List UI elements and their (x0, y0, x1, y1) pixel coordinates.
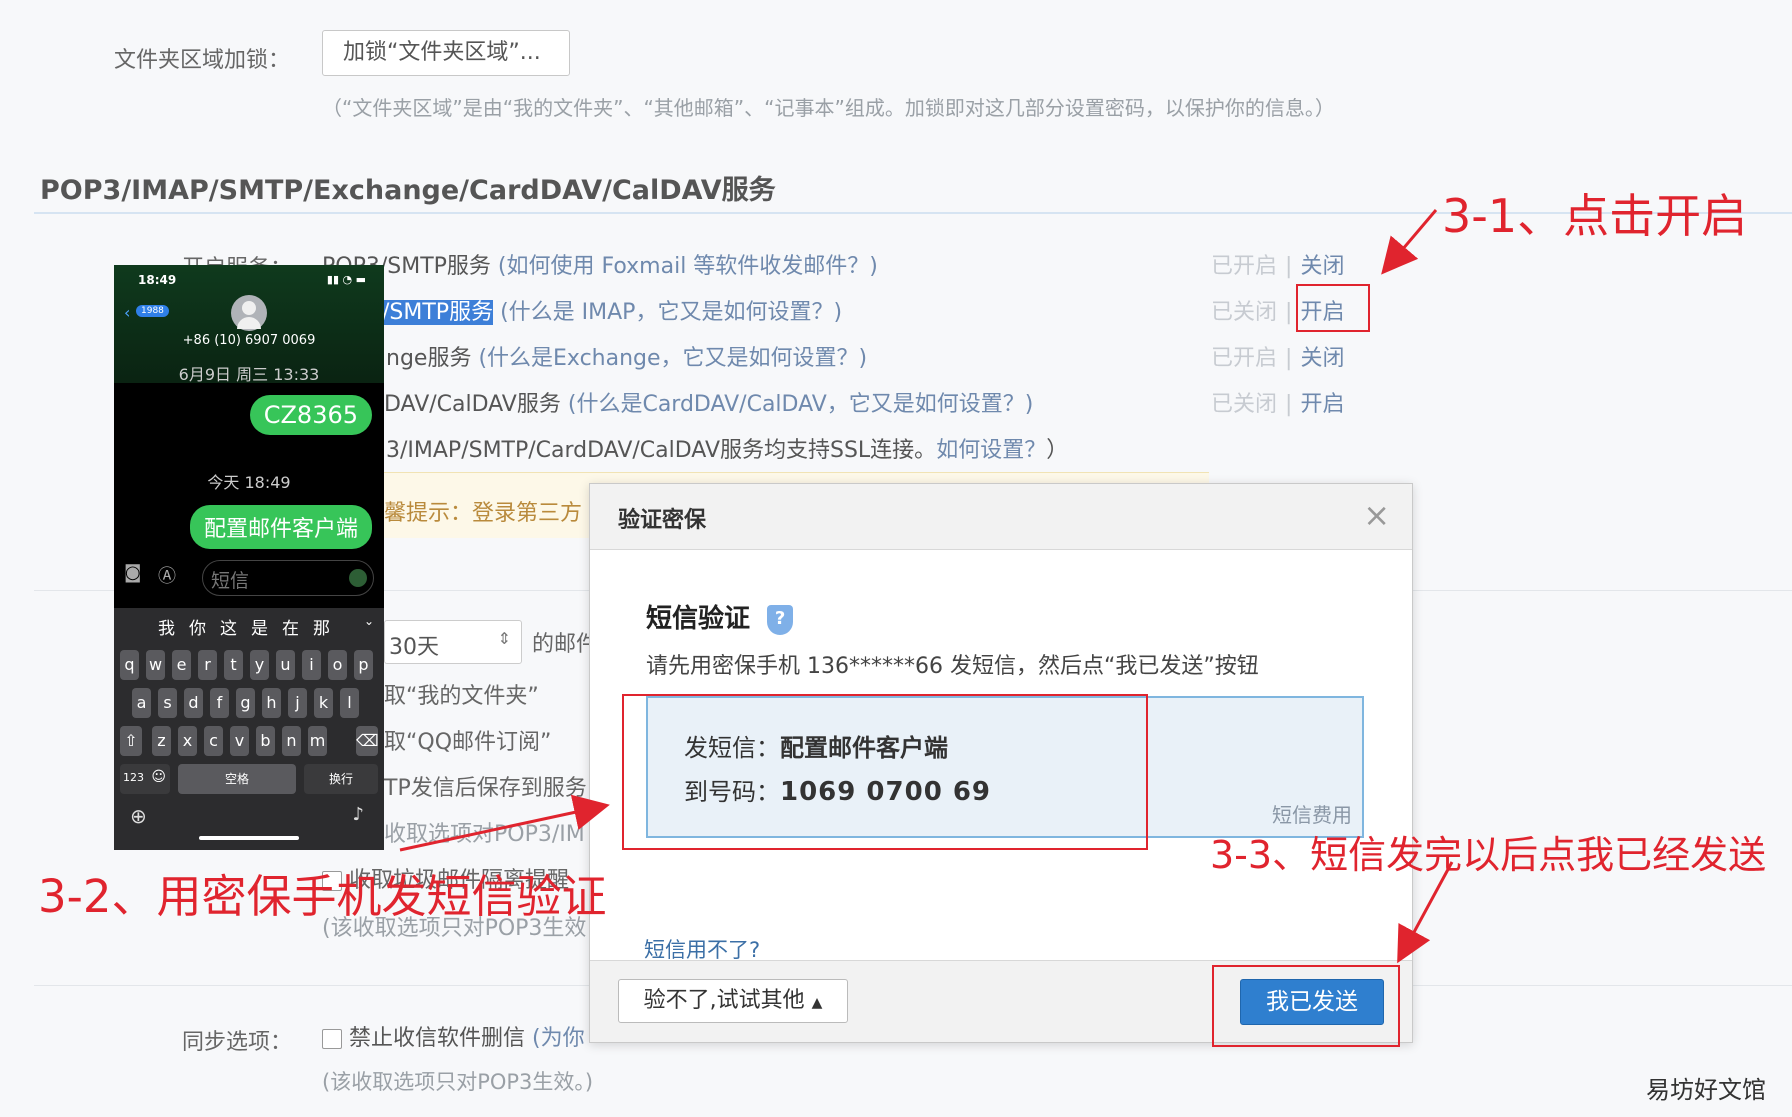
arrow-to-open (1381, 209, 1438, 275)
watermark: 易坊好文馆 (1646, 1076, 1766, 1104)
annotation-step-3: 3-3、短信发完以后点我已经发送 (1210, 833, 1767, 877)
annotation-step-2: 3-2、用密保手机发短信验证 (38, 870, 607, 923)
annotation-arrows (399, 209, 1454, 964)
arrow-to-sms (399, 794, 610, 852)
annotation-step-1: 3-1、点击开启 (1442, 189, 1748, 243)
